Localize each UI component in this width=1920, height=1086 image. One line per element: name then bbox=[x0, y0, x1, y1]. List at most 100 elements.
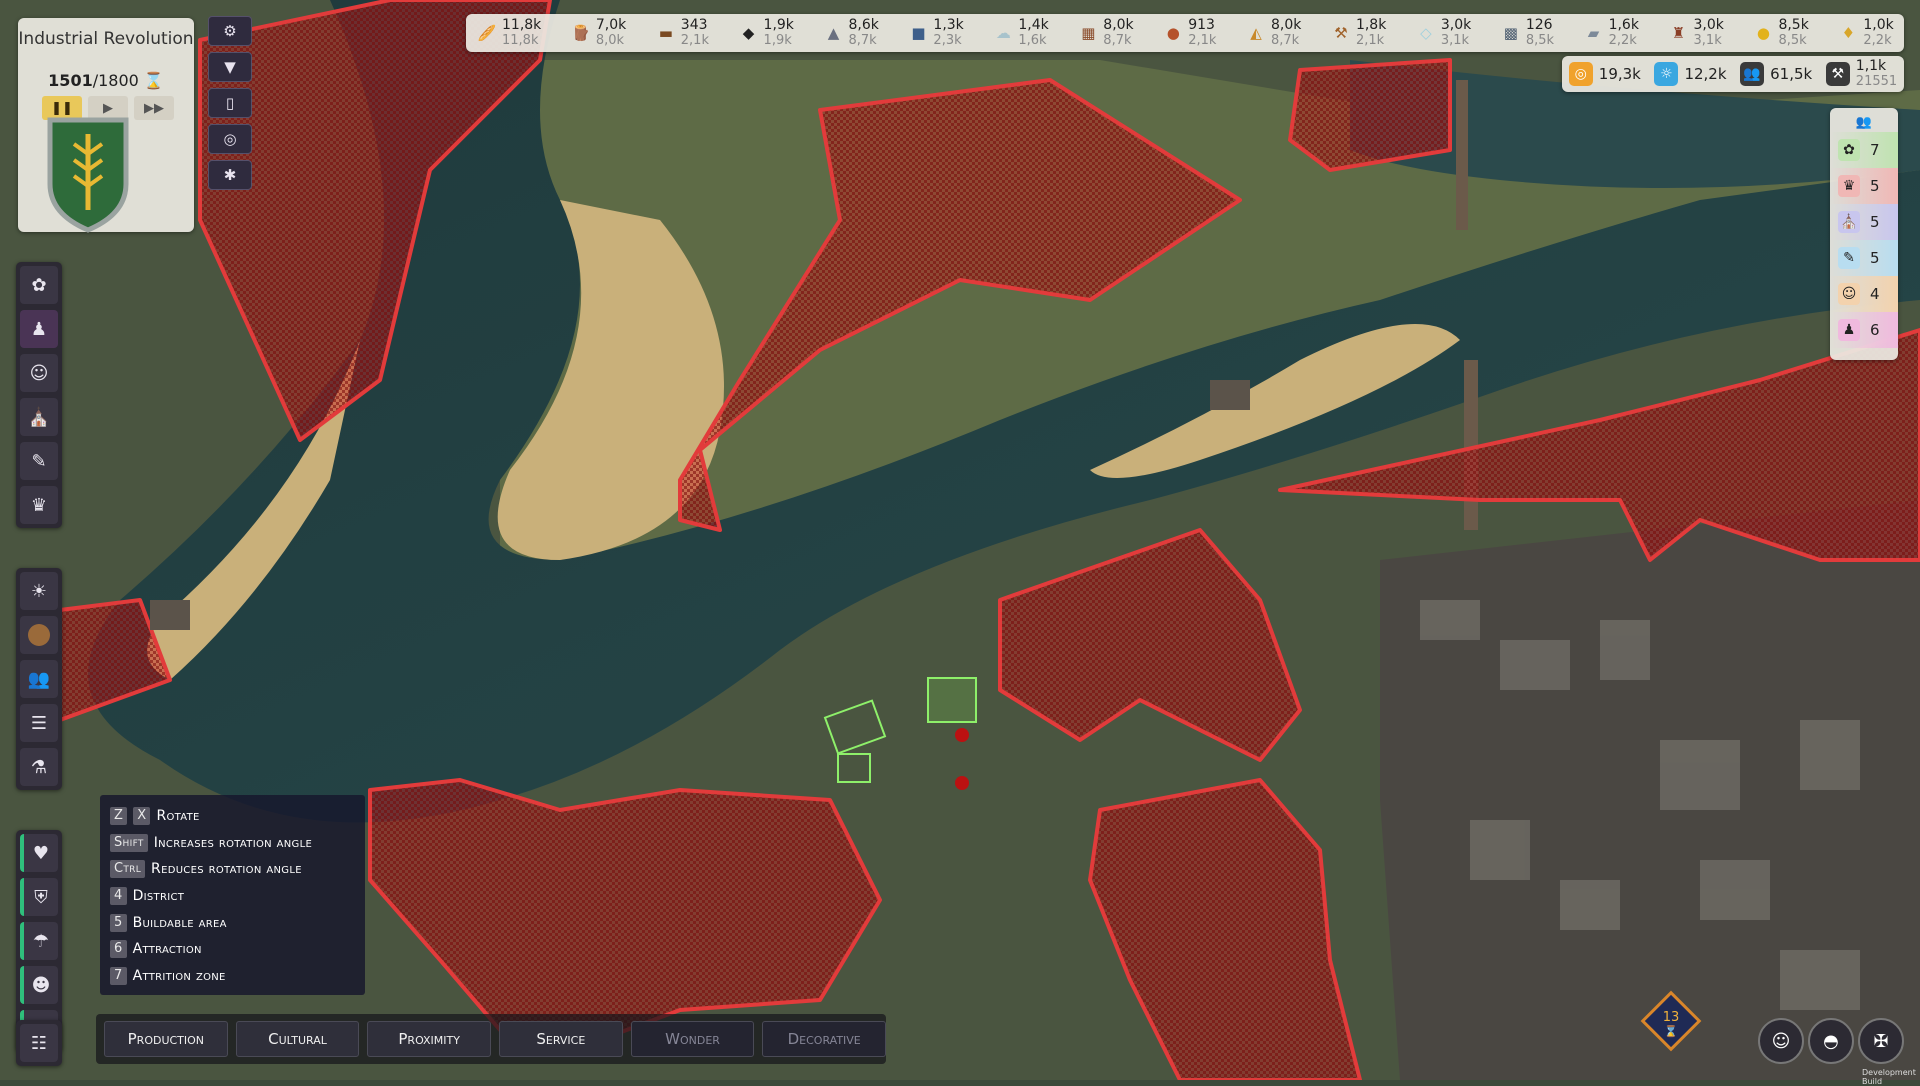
iron-icon: ■ bbox=[911, 24, 926, 42]
resource-item[interactable]: ♜ 3,0k 3,1k bbox=[1668, 18, 1724, 49]
sidebar-item-list[interactable]: ☰ bbox=[20, 704, 58, 742]
resource-item[interactable]: ▰ 1,6k 2,2k bbox=[1583, 18, 1639, 49]
tab-cultural[interactable]: Cultural bbox=[235, 1021, 360, 1057]
resource-item[interactable]: ◭ 8,0k 8,7k bbox=[1245, 18, 1301, 49]
economy-item[interactable]: ◎ 19,3k bbox=[1568, 62, 1641, 86]
need-stat-value: 4 bbox=[1870, 285, 1880, 303]
resource-value: 7,0k bbox=[595, 17, 627, 33]
resource-item[interactable]: ◆ 1,9k 1,9k bbox=[738, 17, 794, 49]
visibility-button[interactable]: ◎ bbox=[208, 124, 252, 154]
resource-item[interactable]: ♦ 1,0k 2,2k bbox=[1837, 18, 1894, 49]
need-stat-row[interactable]: ♟ 6 bbox=[1830, 312, 1898, 348]
sidebar-item-religion[interactable]: ⛪ bbox=[20, 398, 58, 436]
religion-icon: ⛪ bbox=[27, 406, 51, 428]
sidebar-item-flask[interactable]: ⚗ bbox=[20, 748, 58, 786]
emblem-button[interactable]: ✠ bbox=[1858, 1018, 1904, 1064]
resource-value: 8,5k bbox=[1778, 17, 1809, 33]
resource-item[interactable]: 🥖 11,8k 11,8k bbox=[476, 18, 542, 49]
hourglass-icon: ⌛ bbox=[1664, 1025, 1678, 1038]
bug-icon: ✱ bbox=[223, 166, 237, 184]
resource-capacity: 1,9k bbox=[763, 33, 792, 48]
resource-value: 913 bbox=[1188, 17, 1215, 33]
settings-button[interactable]: ⚙ bbox=[208, 16, 252, 46]
resource-capacity: 1,6k bbox=[1018, 33, 1047, 48]
advisor-icon: ☷ bbox=[30, 1032, 48, 1054]
tab-service[interactable]: Service bbox=[499, 1021, 623, 1057]
tab-wonder[interactable]: Wonder bbox=[630, 1021, 755, 1057]
tab-decorative[interactable]: Decorative bbox=[762, 1021, 887, 1057]
building-category-tabs: Production Cultural Proximity Service Wonder… bbox=[96, 1014, 887, 1064]
resource-capacity: 3,1k bbox=[1440, 33, 1470, 48]
sidebar-item-happiness[interactable]: ☻ bbox=[20, 966, 58, 1004]
economy-item[interactable]: 👥 61,5k bbox=[1740, 62, 1812, 86]
resource-value: 1,9k bbox=[763, 17, 794, 33]
advisors-icon: ☺ bbox=[1771, 1030, 1791, 1052]
nature-icon: ✿ bbox=[31, 274, 47, 296]
debug-button[interactable]: ✱ bbox=[208, 160, 252, 190]
book-icon: ▯ bbox=[225, 94, 235, 112]
turn-value: 13 bbox=[1663, 1010, 1680, 1025]
sidebar-item-people[interactable]: 👥 bbox=[20, 660, 58, 698]
keybind-row: Shift Increases rotation angle bbox=[110, 830, 365, 857]
resource-item[interactable]: ■ 1,3k 2,3k bbox=[907, 18, 963, 49]
resource-item[interactable]: ▦ 8,0k 8,7k bbox=[1077, 18, 1133, 49]
turn-counter[interactable]: 13 ⌛ bbox=[1640, 990, 1702, 1052]
need-stat-row[interactable]: ♛ 5 bbox=[1830, 168, 1898, 204]
economy-sub: 21551 bbox=[1855, 74, 1898, 89]
economy-item[interactable]: ☼ 12,2k bbox=[1654, 62, 1727, 86]
sidebar-item-nature[interactable]: ✿ bbox=[20, 266, 58, 304]
fast-forward-icon: ▶▶ bbox=[144, 100, 164, 116]
key-cap: Z bbox=[110, 807, 128, 826]
resource-capacity: 11,8k bbox=[502, 33, 539, 48]
clay-icon: ● bbox=[1166, 24, 1180, 42]
key-cap: Ctrl bbox=[110, 860, 146, 879]
key-cap: 7 bbox=[110, 966, 127, 985]
culture-icon: ♛ bbox=[30, 494, 48, 516]
resource-item[interactable]: ⚒ 1,8k 2,1k bbox=[1330, 18, 1386, 49]
social-icon: ☺ bbox=[1838, 283, 1860, 305]
resource-item[interactable]: ▬ 343 2,1k bbox=[655, 18, 709, 49]
sidebar-item-security[interactable]: ⛨ bbox=[20, 878, 58, 916]
need-stat-row[interactable]: ⛪ 5 bbox=[1830, 204, 1898, 240]
year-max: /1800 bbox=[92, 71, 139, 90]
bread-icon: ◭ bbox=[1250, 24, 1262, 42]
resource-item[interactable]: ● 8,5k 8,5k bbox=[1752, 17, 1809, 49]
sidebar-item-worker[interactable]: ♟ bbox=[20, 310, 58, 348]
advisor-button[interactable]: ☷ bbox=[20, 1024, 58, 1062]
wood-icon: 🪵 bbox=[571, 24, 591, 42]
need-stat-row[interactable]: ☺ 4 bbox=[1830, 276, 1898, 312]
need-stat-row[interactable]: ✿ 7 bbox=[1830, 132, 1898, 168]
coin-icon: ◎ bbox=[1568, 62, 1593, 86]
sidebar-item-culture[interactable]: ♛ bbox=[20, 486, 58, 524]
tab-production[interactable]: Production bbox=[104, 1021, 228, 1057]
tab-proximity[interactable]: Proximity bbox=[367, 1021, 492, 1057]
resource-item[interactable]: ▩ 126 8,5k bbox=[1500, 17, 1554, 49]
fast-forward-button[interactable]: ▶▶ bbox=[134, 96, 174, 120]
keybind-help: Z X Rotate Shift Increases rotation angle Ctr… bbox=[100, 795, 365, 995]
filter-button[interactable]: ▼ bbox=[208, 52, 252, 82]
sun-icon: ☀ bbox=[30, 580, 48, 602]
city-crest-icon[interactable] bbox=[44, 114, 132, 234]
people-icon: 👥 bbox=[27, 668, 51, 690]
resource-item[interactable]: ▲ 8,6k 8,7k bbox=[822, 18, 879, 49]
resource-value: 126 bbox=[1525, 17, 1553, 33]
advisors-button[interactable]: ☺ bbox=[1758, 1018, 1804, 1064]
sidebar-item-social[interactable]: ☺ bbox=[20, 354, 58, 392]
sidebar-item-hygiene[interactable]: ☂ bbox=[20, 922, 58, 960]
keybind-row: 5 Buildable area bbox=[110, 909, 365, 936]
need-stat-row[interactable]: ✎ 5 bbox=[1830, 240, 1898, 276]
tool-icon: ⚒ bbox=[1334, 24, 1348, 42]
sidebar-item-coin[interactable] bbox=[20, 616, 58, 654]
resource-item[interactable]: ● 913 2,1k bbox=[1162, 17, 1217, 49]
sidebar-overlays: ♥ ⛨ ☂ ☻ ⚖ bbox=[16, 830, 62, 1052]
sidebar-item-sun[interactable]: ☀ bbox=[20, 572, 58, 610]
resource-item[interactable]: ☁ 1,4k 1,6k bbox=[992, 18, 1049, 49]
resource-item[interactable]: ◇ 3,0k 3,1k bbox=[1415, 18, 1471, 49]
key-cap: 6 bbox=[110, 940, 127, 959]
mask-button[interactable]: ◓ bbox=[1808, 1018, 1854, 1064]
book-button[interactable]: ▯ bbox=[208, 88, 252, 118]
sidebar-item-health[interactable]: ♥ bbox=[20, 834, 58, 872]
sidebar-item-education[interactable]: ✎ bbox=[20, 442, 58, 480]
resource-item[interactable]: 🪵 7,0k 8,0k bbox=[570, 17, 627, 49]
economy-item[interactable]: ⚒ 1,1k 21551 bbox=[1825, 59, 1898, 89]
